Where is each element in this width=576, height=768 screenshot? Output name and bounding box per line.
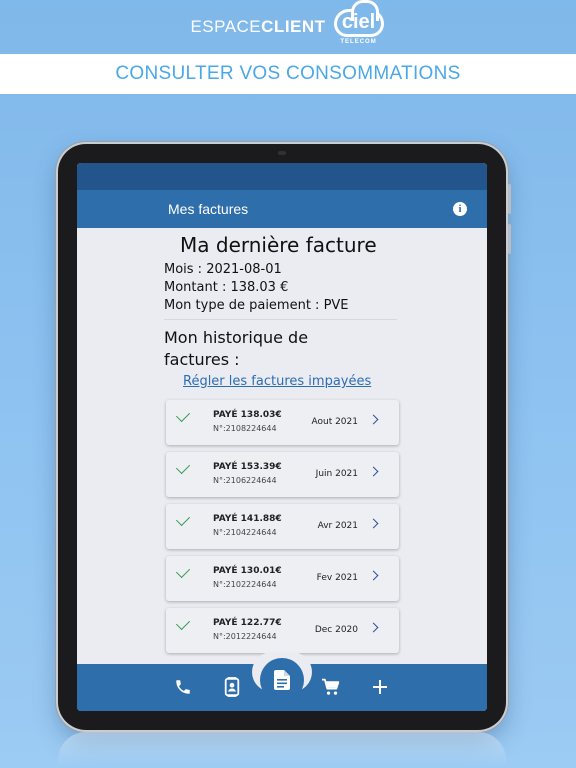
brand-espace-text: ESPACE <box>190 17 262 36</box>
banner-title: CONSULTER VOS CONSOMMATIONS <box>115 63 461 84</box>
chevron-right-icon <box>368 622 379 633</box>
invoice-number: N°:2108224644 <box>213 424 277 433</box>
ciel-logo: ciel TELECOM <box>332 0 386 49</box>
promo-banner: CONSULTER VOS CONSOMMATIONS <box>0 54 576 94</box>
invoice-status: PAYÉ 122.77€ <box>213 618 282 628</box>
last-invoice-title: Ma dernière facture <box>180 233 377 257</box>
invoice-item[interactable]: PAYÉ 141.88€ N°:2104224644 Avr 2021 <box>166 504 399 549</box>
paid-check-icon <box>175 615 191 631</box>
tablet-reflection <box>58 732 506 768</box>
invoice-item[interactable]: PAYÉ 153.39€ N°:2106224644 Juin 2021 <box>166 452 399 497</box>
chevron-right-icon <box>368 466 379 477</box>
section-divider <box>164 319 397 320</box>
logo-subtext: TELECOM <box>340 39 377 45</box>
invoice-number: N°:2104224644 <box>213 528 277 537</box>
contacts-icon[interactable] <box>219 674 245 700</box>
chevron-right-icon <box>368 414 379 425</box>
brand-client-text: CLIENT <box>261 17 326 36</box>
bottom-navigation <box>77 652 487 711</box>
last-invoice-month: Mois : 2021-08-01 <box>164 262 282 277</box>
invoice-status: PAYÉ 130.01€ <box>213 566 282 576</box>
invoice-status: PAYÉ 153.39€ <box>213 462 282 472</box>
plus-icon[interactable] <box>367 674 393 700</box>
last-invoice-payment-type: Mon type de paiement : PVE <box>164 298 349 313</box>
invoice-list: PAYÉ 138.03€ N°:2108224644 Aout 2021 PAY… <box>166 400 399 660</box>
invoice-number: N°:2102224644 <box>213 580 277 589</box>
chevron-right-icon <box>368 570 379 581</box>
app-title: Mes factures <box>168 201 249 217</box>
invoice-date: Avr 2021 <box>317 521 358 531</box>
invoice-icon[interactable] <box>260 658 304 702</box>
invoice-date: Juin 2021 <box>315 469 358 479</box>
tablet-device: Mes factures i Ma dernière facture Mois … <box>58 144 511 730</box>
volume-button <box>508 184 511 214</box>
invoice-item[interactable]: PAYÉ 138.03€ N°:2108224644 Aout 2021 <box>166 400 399 445</box>
invoice-status: PAYÉ 141.88€ <box>213 514 282 524</box>
paid-check-icon <box>175 407 191 423</box>
invoice-item[interactable]: PAYÉ 130.01€ N°:2102224644 Fev 2021 <box>166 556 399 601</box>
history-title: Mon historique de factures : <box>164 328 309 369</box>
chevron-right-icon <box>368 518 379 529</box>
logo-text: ciel <box>341 11 376 33</box>
brand-header: ESPACE CLIENT ciel TELECOM <box>0 0 576 54</box>
status-bar <box>77 163 487 190</box>
cart-icon[interactable] <box>318 674 344 700</box>
invoice-status: PAYÉ 138.03€ <box>213 410 282 420</box>
app-screen: Mes factures i Ma dernière facture Mois … <box>77 163 487 711</box>
app-bar: Mes factures i <box>77 190 487 228</box>
paid-check-icon <box>175 511 191 527</box>
pay-unpaid-link[interactable]: Régler les factures impayées <box>183 374 371 389</box>
invoice-date: Dec 2020 <box>314 625 358 635</box>
paid-check-icon <box>175 459 191 475</box>
phone-icon[interactable] <box>170 674 196 700</box>
last-invoice-amount: Montant : 138.03 € <box>164 280 289 295</box>
invoice-number: N°:2012224644 <box>213 632 277 641</box>
invoice-item[interactable]: PAYÉ 122.77€ N°:2012224644 Dec 2020 <box>166 608 399 653</box>
volume-button-2 <box>508 224 511 254</box>
invoice-date: Aout 2021 <box>311 417 358 427</box>
invoice-date: Fev 2021 <box>316 573 358 583</box>
info-icon[interactable]: i <box>453 202 467 216</box>
paid-check-icon <box>175 563 191 579</box>
invoices-content: Ma dernière facture Mois : 2021-08-01 Mo… <box>77 228 487 664</box>
camera-icon <box>278 151 286 155</box>
invoice-number: N°:2106224644 <box>213 476 277 485</box>
